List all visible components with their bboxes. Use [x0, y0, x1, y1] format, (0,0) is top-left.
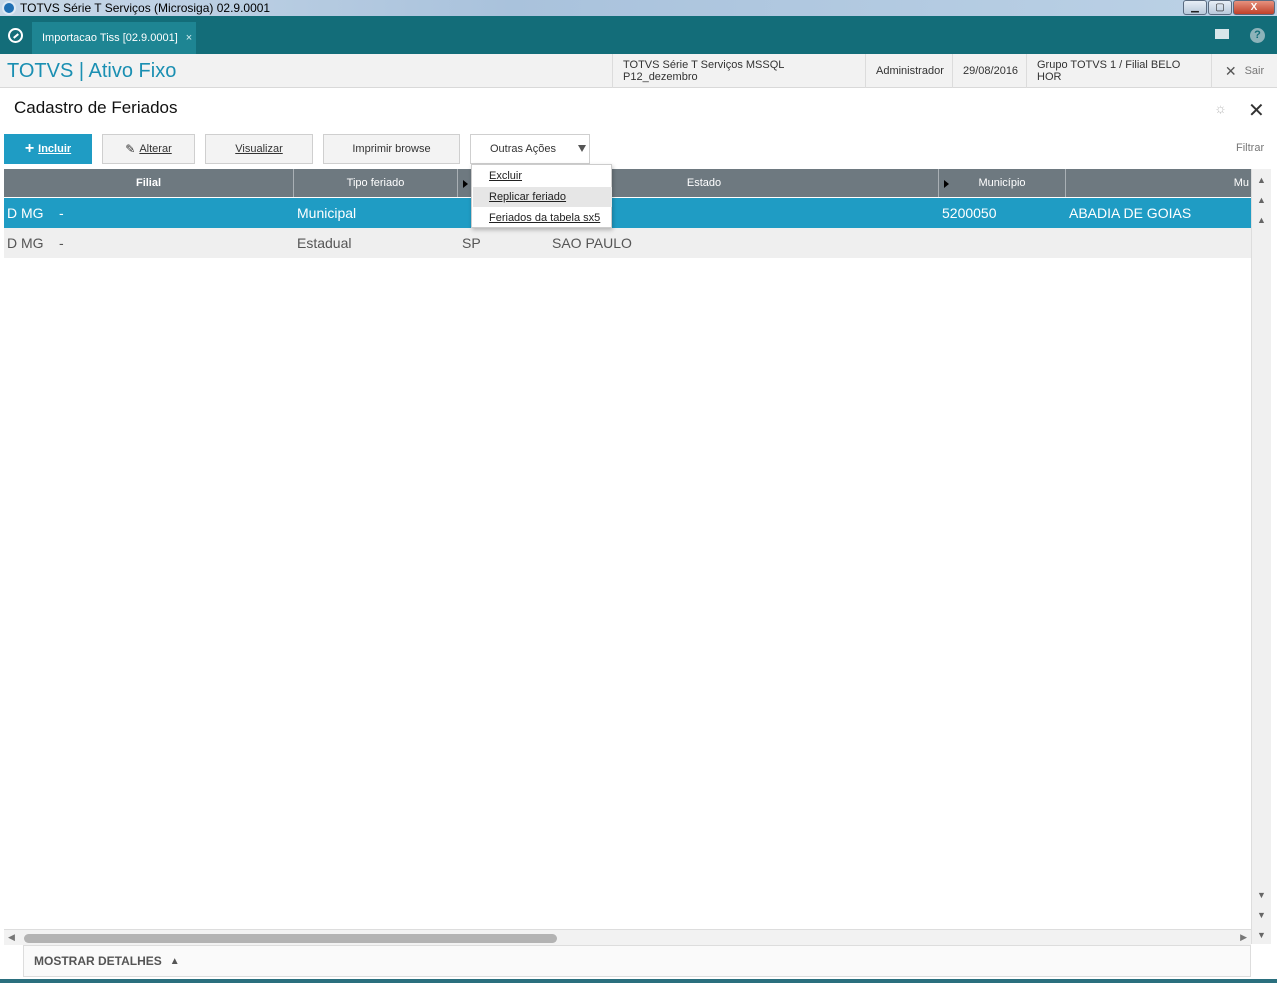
cell-uf: SP — [462, 235, 481, 251]
scroll-right-icon[interactable]: ▶ — [1240, 932, 1247, 943]
table-row[interactable]: D MG - Municipal 5200050 ABADIA DE GOIAS — [4, 198, 1251, 228]
scroll-page-up-icon[interactable]: ▲ — [1257, 195, 1266, 205]
scroll-page-down-icon[interactable]: ▼ — [1257, 910, 1266, 920]
menu-item-label: Excluir — [489, 170, 523, 182]
column-header-municipio[interactable]: Município — [939, 169, 1066, 197]
close-form-icon[interactable]: ✕ — [1248, 98, 1265, 123]
cell-separator: - — [59, 205, 64, 221]
incluir-label: Incluir — [38, 143, 72, 155]
column-sort-icon — [463, 180, 468, 188]
window-controls: ▁ ▢ X — [1183, 0, 1275, 15]
visualizar-label: Visualizar — [235, 143, 283, 155]
column-header-tipo-feriado[interactable]: Tipo feriado — [294, 169, 458, 197]
horizontal-scrollbar[interactable]: ◀ ▶ — [4, 929, 1251, 945]
environment-info[interactable]: TOTVS Série T Serviços MSSQL P12_dezembr… — [612, 54, 865, 88]
vertical-scrollbar[interactable]: ▲ ▲ ▲ ▼ ▼ ▼ — [1251, 169, 1271, 944]
grid-header: Filial Tipo feriado Estado Município Mu — [4, 169, 1251, 197]
mail-icon[interactable] — [1215, 29, 1229, 39]
imprimir-label: Imprimir browse — [352, 143, 431, 155]
imprimir-browse-button[interactable]: Imprimir browse — [323, 134, 460, 164]
app-tab-bar: Importacao Tiss [02.9.0001] × ? — [0, 16, 1277, 54]
date-info[interactable]: 29/08/2016 — [952, 54, 1026, 88]
logout-button[interactable]: ✕ Sair — [1211, 54, 1277, 88]
chevron-up-icon: ▲ — [169, 955, 180, 967]
company-info[interactable]: Grupo TOTVS 1 / Filial BELO HOR — [1026, 54, 1211, 88]
menu-item-label: Replicar feriado — [489, 191, 567, 203]
visualizar-button[interactable]: Visualizar — [205, 134, 313, 164]
window-close-button[interactable]: X — [1233, 0, 1275, 15]
column-header-municipio-desc[interactable]: Mu — [1066, 169, 1251, 197]
cell-estado: SAO PAULO — [552, 235, 632, 251]
settings-icon[interactable]: ☼ — [1213, 101, 1228, 116]
user-info[interactable]: Administrador — [865, 54, 952, 88]
cell-municipio-desc: ABADIA DE GOIAS — [1069, 205, 1192, 221]
header-bar: TOTVS | Ativo Fixo TOTVS Série T Serviço… — [0, 54, 1277, 88]
menu-item-excluir[interactable]: Excluir — [473, 166, 612, 186]
tab-close-icon[interactable]: × — [186, 32, 192, 44]
help-icon[interactable]: ? — [1250, 28, 1265, 43]
logout-icon: ✕ — [1224, 62, 1237, 79]
module-title: TOTVS | Ativo Fixo — [7, 60, 177, 82]
outras-acoes-menu: Excluir Replicar feriado Feriados da tab… — [471, 164, 612, 228]
menu-item-label: Feriados da tabela sx5 — [489, 212, 601, 224]
minimize-button[interactable]: ▁ — [1183, 0, 1207, 15]
outras-acoes-label: Outras Ações — [489, 143, 557, 155]
scroll-bottom-icon[interactable]: ▼ — [1257, 930, 1266, 940]
pencil-icon: ✎ — [125, 142, 136, 156]
scroll-down-icon[interactable]: ▼ — [1257, 890, 1266, 900]
alterar-label: Alterar — [139, 143, 172, 155]
scroll-top-icon[interactable]: ▲ — [1257, 175, 1266, 185]
window-title: TOTVS Série T Serviços (Microsiga) 02.9.… — [20, 1, 271, 15]
scroll-left-icon[interactable]: ◀ — [8, 932, 15, 943]
tab-label: Importacao Tiss [02.9.0001] — [42, 32, 178, 44]
app-logo-icon — [2, 1, 16, 15]
cell-municipio: 5200050 — [942, 205, 997, 221]
taskbar-strip — [0, 979, 1277, 983]
logout-label: Sair — [1244, 65, 1265, 77]
cell-separator: - — [59, 235, 64, 251]
cell-tipo: Municipal — [297, 205, 357, 221]
menu-item-feriados-sx5[interactable]: Feriados da tabela sx5 — [473, 208, 612, 228]
show-details-toggle[interactable]: MOSTRAR DETALHES ▲ — [23, 945, 1251, 977]
home-icon[interactable] — [8, 28, 23, 43]
window-title-bar: TOTVS Série T Serviços (Microsiga) 02.9.… — [0, 0, 1277, 16]
menu-item-replicar-feriado[interactable]: Replicar feriado — [473, 187, 612, 207]
show-details-label: MOSTRAR DETALHES — [34, 954, 162, 968]
cell-filial: D MG — [7, 235, 44, 251]
outras-acoes-dropdown[interactable]: Outras Ações — [470, 134, 590, 164]
incluir-button[interactable]: + Incluir — [4, 134, 92, 164]
cell-filial: D MG — [7, 205, 44, 221]
table-row[interactable]: D MG - Estadual SP SAO PAULO — [4, 228, 1251, 258]
scroll-up-icon[interactable]: ▲ — [1257, 215, 1266, 225]
plus-icon: + — [24, 140, 35, 157]
column-header-filial[interactable]: Filial — [4, 169, 294, 197]
alterar-button[interactable]: ✎ Alterar — [102, 134, 195, 164]
scroll-thumb[interactable] — [24, 934, 557, 943]
page-title: Cadastro de Feriados — [14, 98, 178, 117]
chevron-down-icon — [578, 145, 586, 152]
cell-tipo: Estadual — [297, 235, 352, 251]
maximize-button[interactable]: ▢ — [1208, 0, 1232, 15]
tab-importacao-tiss[interactable]: Importacao Tiss [02.9.0001] × — [32, 22, 196, 54]
filter-link[interactable]: Filtrar — [1236, 142, 1264, 154]
